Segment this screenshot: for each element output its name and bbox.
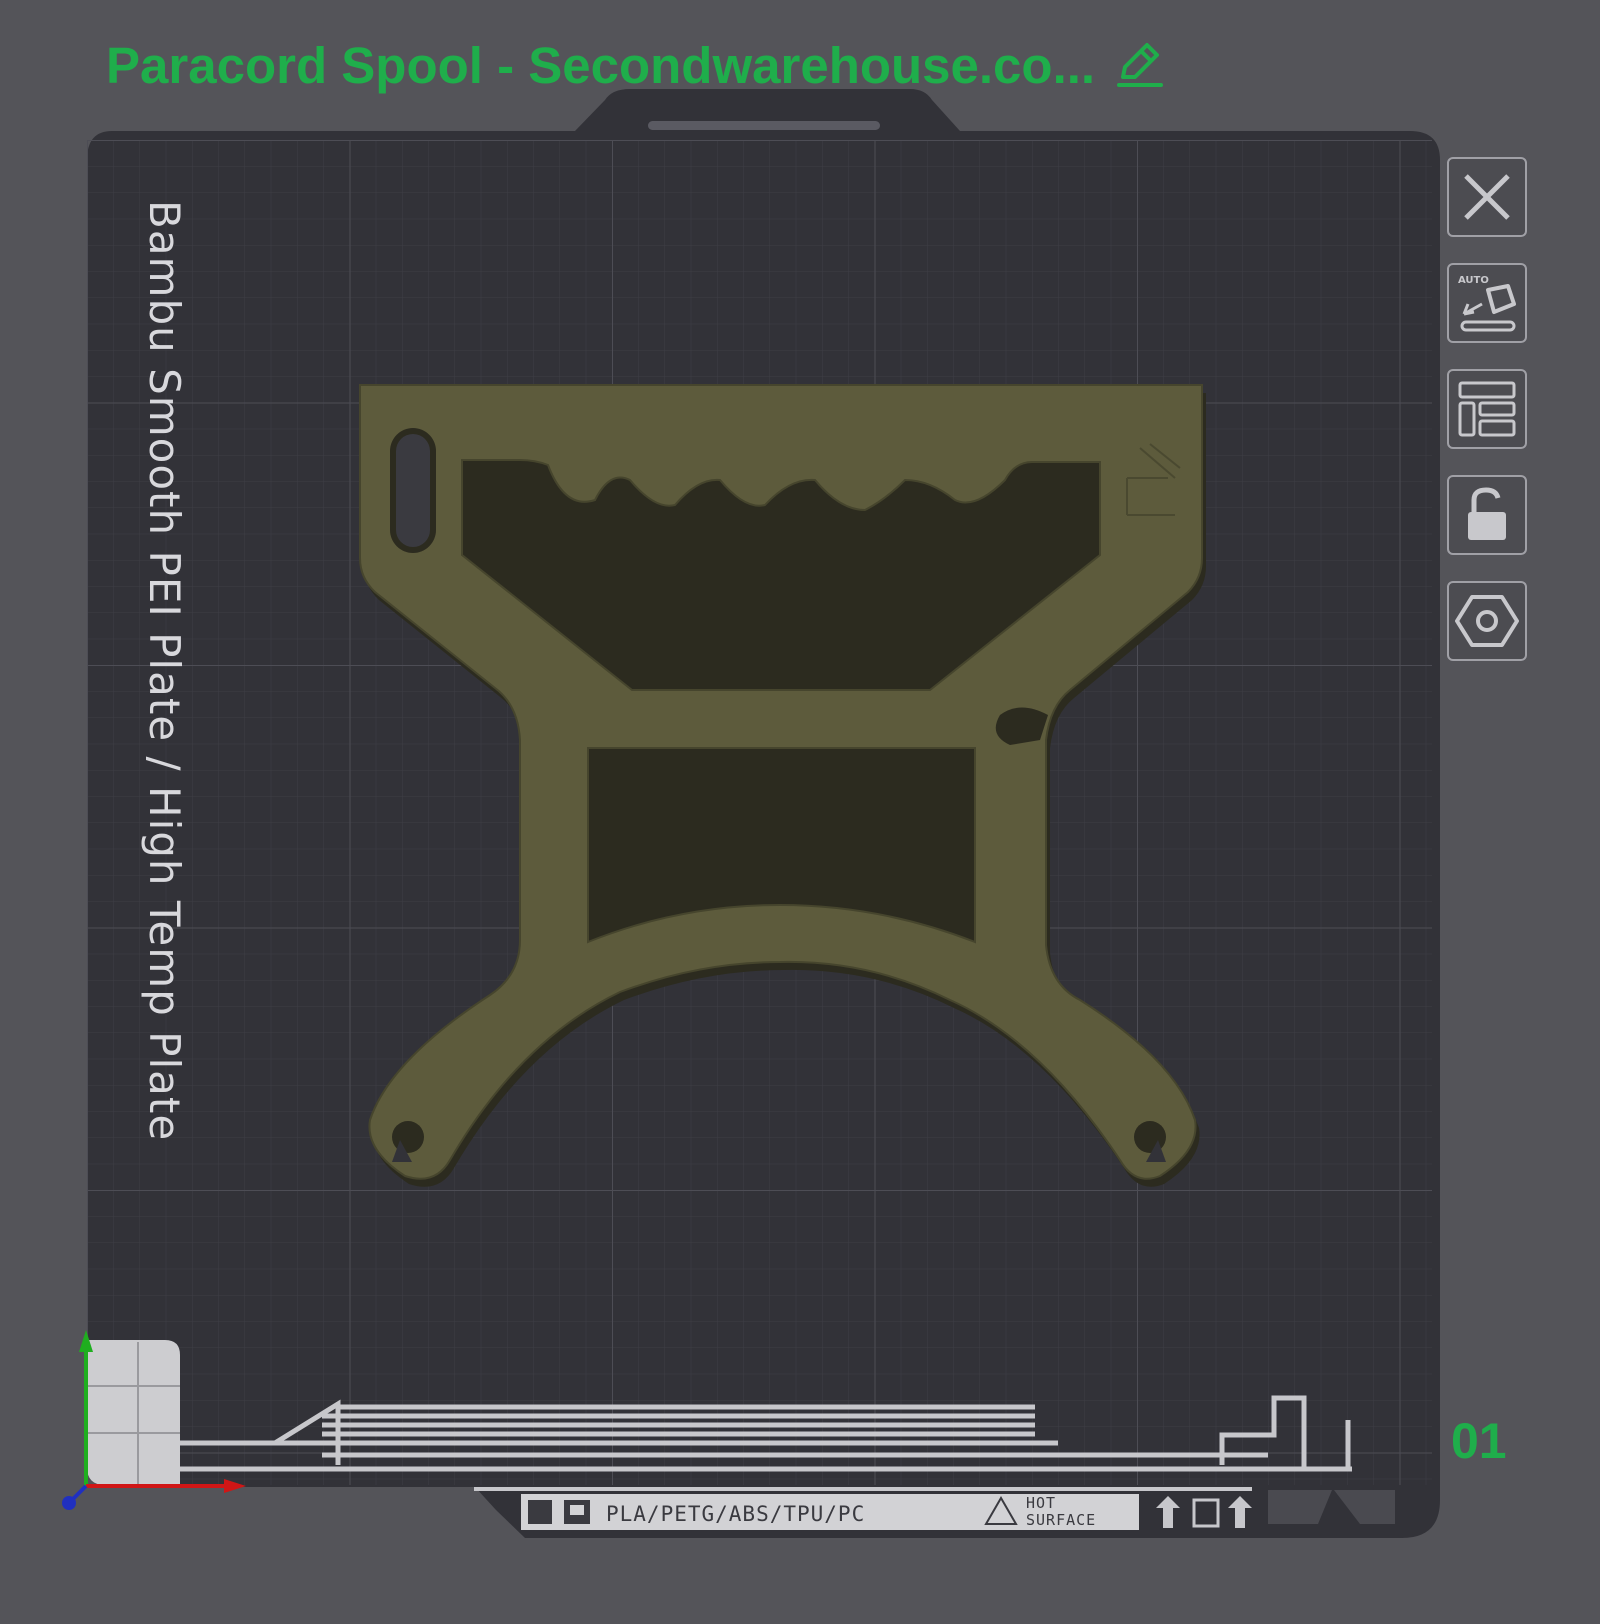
plate-title-row: Paracord Spool - Secondwarehouse.co... [106,30,1165,100]
material-list: PLA/PETG/ABS/TPU/PC [606,1502,865,1526]
hexagon-settings-icon [1455,595,1519,647]
plate-settings-button[interactable] [1447,581,1527,661]
lock-plate-button[interactable] [1447,475,1527,555]
close-icon [1464,174,1510,220]
edit-pencil-icon[interactable] [1113,39,1165,91]
hot-surface-line2: SURFACE [1026,1511,1096,1529]
auto-orient-button[interactable]: AUTO [1447,263,1527,343]
corner-block [87,1340,180,1485]
plate-type-label: Bambu Smooth PEI Plate / High Temp Plate [140,200,189,1142]
auto-label: AUTO [1458,275,1489,286]
plate-title[interactable]: Paracord Spool - Secondwarehouse.co... [106,36,1095,95]
unlock-icon [1468,487,1506,540]
arrange-icon [1458,381,1516,437]
plate-toolbar: AUTO [1447,157,1531,661]
plate-notch-slot [648,121,880,130]
plate-index: 01 [1451,1413,1507,1469]
hot-surface-line1: HOT [1026,1494,1056,1512]
arrange-button[interactable] [1447,369,1527,449]
close-plate-button[interactable] [1447,157,1527,237]
build-plate-scene[interactable]: PLA/PETG/ABS/TPU/PC HOT SURFACE [0,0,1600,1624]
auto-orient-icon: AUTO [1458,275,1516,332]
